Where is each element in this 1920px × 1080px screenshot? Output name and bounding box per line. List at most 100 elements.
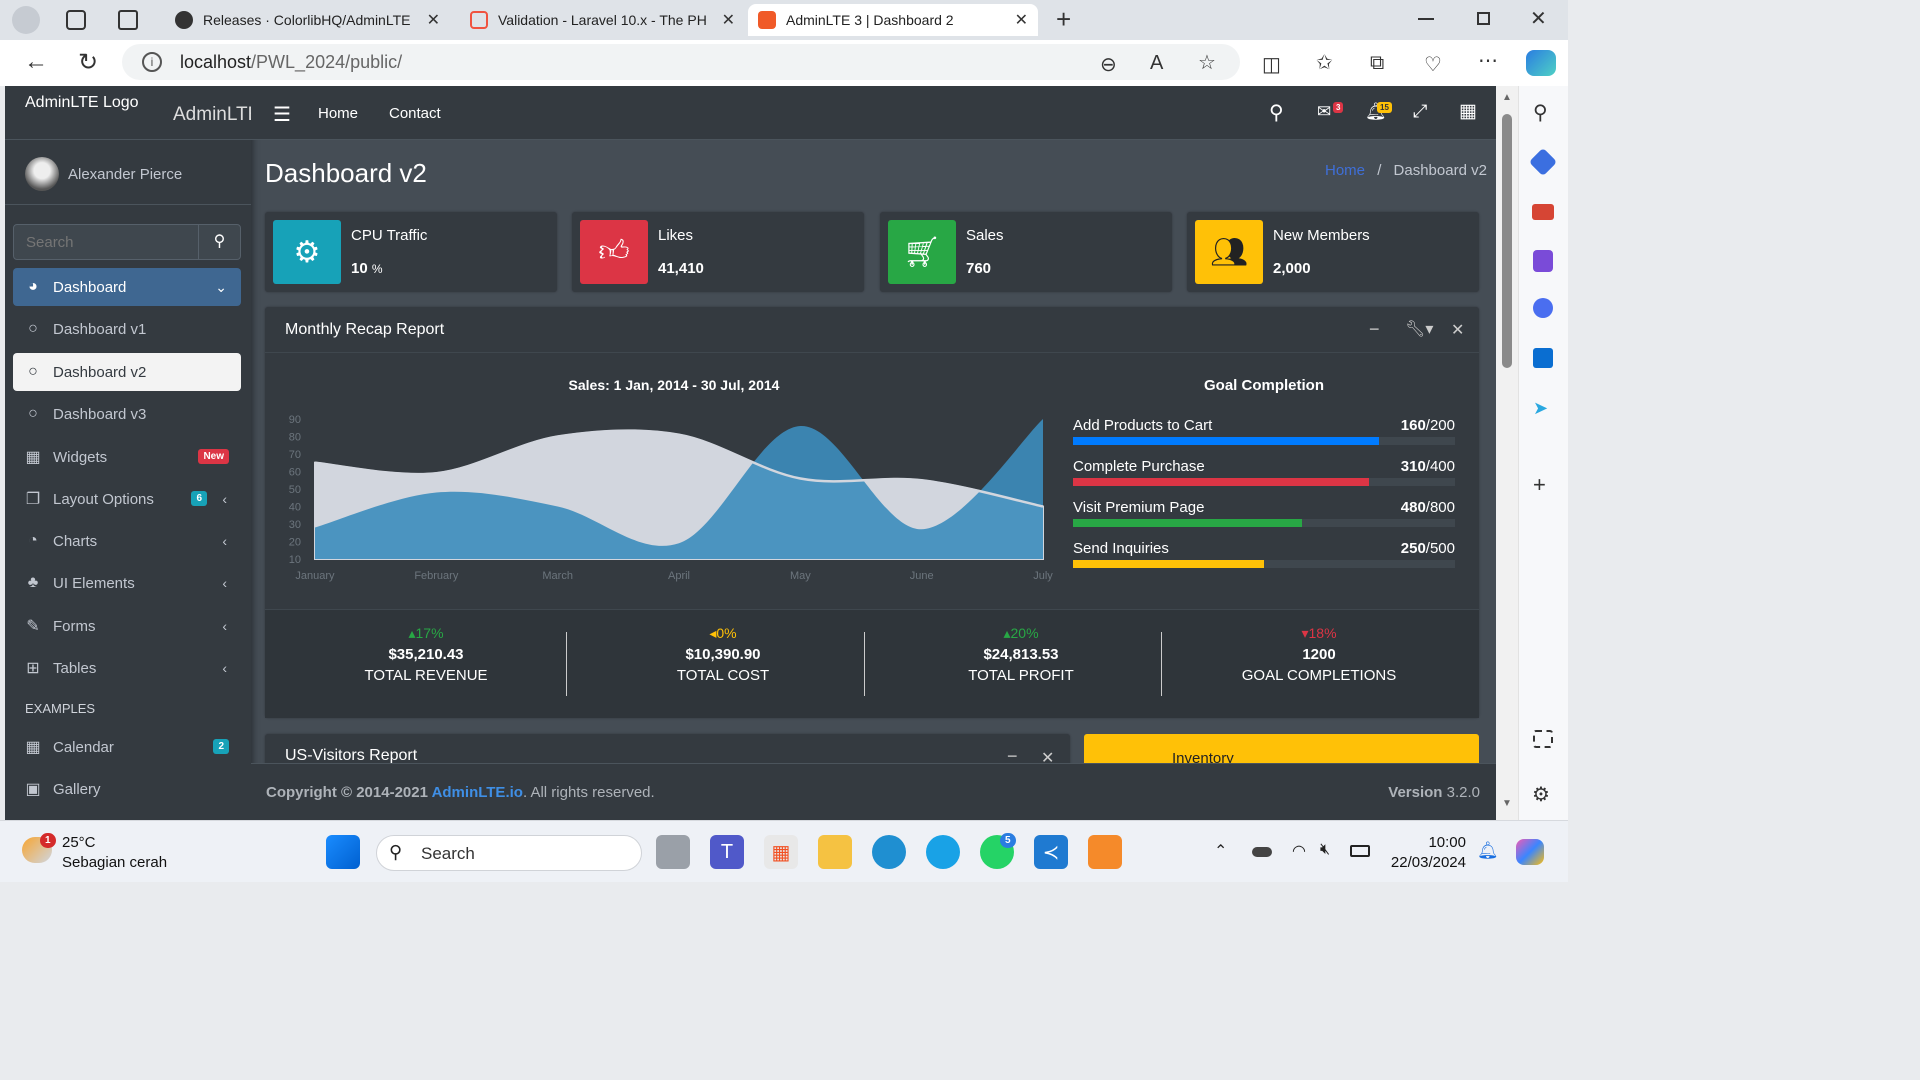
weather-temp[interactable]: 25°C — [62, 834, 96, 851]
messages-icon[interactable]: ✉ — [1317, 102, 1331, 122]
sidebar-item-tables[interactable]: ⊞ Tables ‹ — [13, 649, 241, 687]
search-icon[interactable]: ⚲ — [1533, 100, 1548, 125]
teams-icon[interactable]: T — [710, 835, 744, 869]
wifi-icon[interactable]: ◠ — [1292, 841, 1306, 861]
sidebar-search-input[interactable] — [14, 225, 198, 259]
microsoft365-icon[interactable] — [1533, 298, 1553, 318]
sidebar-item-charts[interactable]: ◔ Charts ‹ — [13, 522, 241, 560]
battery-icon[interactable] — [1350, 845, 1370, 857]
search-button[interactable]: ⚲ — [198, 225, 240, 259]
close-tab-icon[interactable]: ✕ — [1015, 10, 1028, 30]
url-field[interactable]: i localhost /PWL_2024/public/ — [122, 44, 1240, 80]
close-tab-icon[interactable]: ✕ — [427, 10, 440, 30]
close-tab-icon[interactable]: ✕ — [722, 10, 735, 30]
workspaces-icon[interactable] — [66, 10, 86, 30]
file-explorer-icon[interactable] — [818, 835, 852, 869]
sidebar-item-dashboard-v2[interactable]: ○ Dashboard v2 — [13, 353, 241, 391]
version-number: 3.2.0 — [1442, 784, 1480, 801]
notification-bell-icon[interactable]: 🔔︎ — [1477, 841, 1499, 861]
close-icon[interactable]: ✕ — [1451, 320, 1464, 340]
onedrive-icon[interactable] — [1252, 847, 1272, 857]
weather-desc[interactable]: Sebagian cerah — [62, 854, 167, 871]
refresh-icon[interactable]: ↻ — [78, 48, 98, 77]
y-tick-label: 90 — [289, 414, 301, 426]
back-icon[interactable]: ← — [24, 48, 48, 76]
menu-toggle-icon[interactable]: ☰ — [273, 102, 291, 127]
scroll-down-icon[interactable]: ▼ — [1502, 798, 1512, 809]
brand-link[interactable]: AdminLTE Logo AdminLTE — [5, 86, 251, 140]
settings-icon[interactable]: ⚙ — [1532, 782, 1550, 807]
browser-essentials-icon[interactable]: ♡ — [1424, 52, 1442, 77]
collections-icon[interactable]: ⧉ — [1370, 52, 1384, 75]
shopping-tag-icon[interactable] — [1528, 147, 1558, 177]
copilot-icon[interactable] — [1526, 50, 1556, 76]
sidebar-item-layout-options[interactable]: ❐ Layout Options 6 ‹ — [13, 480, 241, 518]
collapse-icon[interactable]: − — [1369, 319, 1380, 340]
goal-progress-track — [1073, 437, 1455, 445]
sidebar-item-calendar[interactable]: ▦ Calendar 2 — [13, 728, 241, 766]
wrench-icon[interactable]: 🔧︎▾ — [1405, 319, 1433, 339]
tab-releases[interactable]: Releases · ColorlibHQ/AdminLTE ✕ — [165, 4, 450, 36]
tab-actions-icon[interactable] — [118, 10, 138, 30]
split-screen-icon[interactable]: ◫ — [1262, 52, 1281, 77]
page-scrollbar[interactable]: ▲ ▼ — [1496, 86, 1518, 820]
goal-progress-track — [1073, 560, 1455, 568]
site-info-icon[interactable]: i — [142, 52, 162, 72]
control-sidebar-icon[interactable]: ▦ — [1459, 100, 1477, 123]
nav-contact-link[interactable]: Contact — [389, 105, 441, 122]
chevron-up-icon[interactable]: ⌃ — [1214, 841, 1227, 861]
url-host: localhost — [180, 51, 252, 72]
copilot-taskbar-icon[interactable] — [1516, 839, 1544, 865]
task-view-icon[interactable] — [656, 835, 690, 869]
user-name[interactable]: Alexander Pierce — [68, 166, 182, 183]
goal-value: 310/400 — [1401, 458, 1455, 475]
clock-time[interactable]: 10:00 — [1390, 834, 1466, 851]
sidebar-item-dashboard-v1[interactable]: ○ Dashboard v1 — [13, 310, 241, 348]
new-tab-icon[interactable]: + — [1056, 4, 1071, 35]
favorites-icon[interactable]: ✩ — [1316, 50, 1333, 75]
fullscreen-icon[interactable]: ⤢ — [1413, 101, 1427, 122]
search-icon[interactable]: ⚲ — [1269, 100, 1284, 125]
profile-icon[interactable] — [12, 6, 40, 34]
volume-muted-icon[interactable]: 🔇︎ — [1320, 841, 1330, 859]
sidebar-item-dashboard[interactable]: ◕ Dashboard ⌄ — [13, 268, 241, 306]
app-icon[interactable] — [926, 835, 960, 869]
windows-start-icon[interactable] — [326, 835, 360, 869]
sidebar-item-forms[interactable]: ✎ Forms ‹ — [13, 607, 241, 645]
footer-link[interactable]: AdminLTE.io — [432, 784, 523, 801]
sidebar-item-widgets[interactable]: ▦ Widgets New — [13, 438, 241, 476]
sidebar-item-gallery[interactable]: ▣ Gallery — [13, 770, 241, 808]
send-icon[interactable]: ➤ — [1533, 398, 1548, 419]
user-panel[interactable]: Alexander Pierce — [5, 141, 251, 205]
nav-home-link[interactable]: Home — [318, 105, 358, 122]
store-icon[interactable]: ▦ — [764, 835, 798, 869]
scroll-thumb[interactable] — [1502, 114, 1512, 368]
stat-percent: ▴17% — [277, 625, 575, 642]
sidebar-item-ui-elements[interactable]: ♣ UI Elements ‹ — [13, 564, 241, 602]
goal-done: 310 — [1400, 458, 1426, 475]
stat-label: GOAL COMPLETIONS — [1241, 667, 1397, 684]
rights-text: . All rights reserved. — [522, 784, 655, 801]
add-icon[interactable]: + — [1533, 472, 1546, 498]
taskbar-search[interactable]: ⚲ Search — [376, 835, 642, 871]
favorite-star-icon[interactable]: ☆ — [1198, 50, 1216, 75]
tab-dashboard[interactable]: AdminLTE 3 | Dashboard 2 ✕ — [748, 4, 1038, 36]
restore-icon[interactable] — [1477, 12, 1490, 25]
more-icon[interactable]: ⋯ — [1478, 48, 1498, 73]
tools-briefcase-icon[interactable] — [1532, 204, 1554, 220]
scroll-up-icon[interactable]: ▲ — [1502, 92, 1512, 103]
zoom-icon[interactable]: ⊖ — [1100, 52, 1117, 77]
breadcrumb-home-link[interactable]: Home — [1325, 162, 1365, 179]
read-aloud-icon[interactable]: A — [1150, 52, 1163, 75]
games-icon[interactable] — [1533, 250, 1553, 272]
screenshot-icon[interactable] — [1533, 730, 1553, 748]
minimize-icon[interactable] — [1418, 18, 1434, 20]
pdf-app-icon[interactable] — [1088, 835, 1122, 869]
tab-validation[interactable]: Validation - Laravel 10.x - The PH ✕ — [460, 4, 745, 36]
clock-date[interactable]: 22/03/2024 — [1380, 854, 1466, 871]
close-window-icon[interactable]: ✕ — [1530, 6, 1547, 31]
edge-icon[interactable] — [872, 835, 906, 869]
sidebar-item-dashboard-v3[interactable]: ○ Dashboard v3 — [13, 395, 241, 433]
vscode-icon[interactable]: ≺ — [1034, 835, 1068, 869]
outlook-icon[interactable] — [1533, 348, 1553, 368]
